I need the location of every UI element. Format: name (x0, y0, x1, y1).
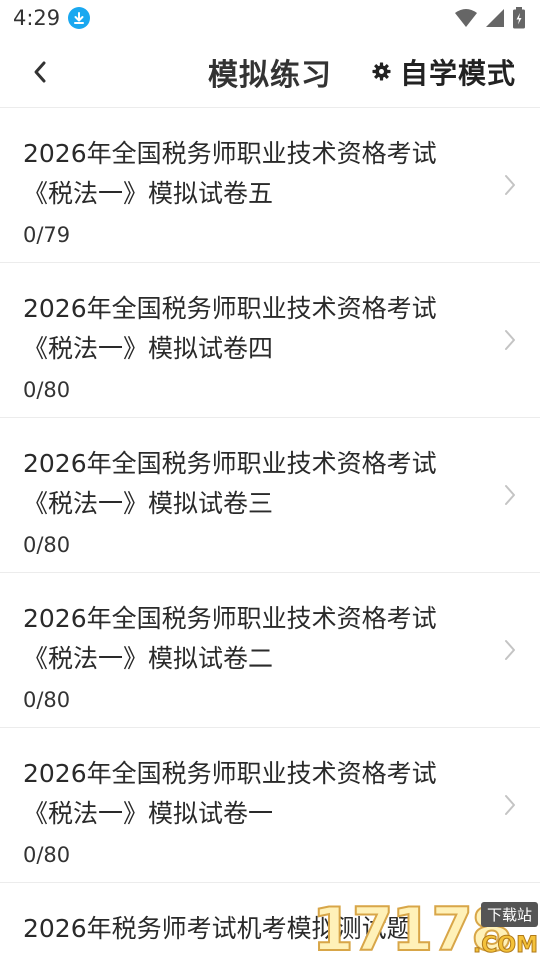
item-progress: 0/80 (23, 378, 71, 402)
watermark-tag: 下载站 (480, 902, 538, 927)
status-time: 4:29 (13, 6, 61, 30)
chevron-right-icon (505, 175, 515, 195)
mode-label: 自学模式 (399, 56, 516, 90)
gear-icon (372, 62, 391, 81)
battery-icon (513, 7, 525, 29)
status-right (454, 7, 526, 29)
item-title-line2: 《税法一》模拟试卷四 (23, 334, 274, 363)
item-title-line1: 2026年全国税务师职业技术资格考试 (23, 449, 437, 478)
item-progress: 0/79 (23, 223, 71, 247)
status-bar: 4:29 (0, 0, 540, 36)
chevron-right-icon (505, 795, 515, 815)
download-icon (68, 7, 91, 29)
exam-list: 2026年全国税务师职业技术资格考试 《税法一》模拟试卷五 0/79 2026年… (0, 108, 540, 943)
list-item[interactable]: 2026年全国税务师职业技术资格考试 《税法一》模拟试卷五 0/79 (0, 108, 540, 263)
chevron-right-icon (505, 330, 515, 350)
status-left: 4:29 (13, 6, 91, 30)
item-title-line1: 2026年全国税务师职业技术资格考试 (23, 759, 437, 788)
chevron-left-icon (34, 61, 46, 82)
item-title: 2026年全国税务师职业技术资格考试 《税法一》模拟试卷四 (23, 289, 480, 369)
item-title-line2: 《税法一》模拟试卷五 (23, 179, 274, 208)
item-title-line2: 《税法一》模拟试卷二 (23, 644, 274, 673)
chevron-right-icon (505, 485, 515, 505)
item-title: 2026年全国税务师职业技术资格考试 《税法一》模拟试卷三 (23, 444, 480, 524)
watermark-suffix: .COM (472, 933, 538, 959)
app-header: 模拟练习 自学模式 (0, 36, 540, 108)
back-button[interactable] (10, 42, 70, 102)
chevron-right-icon (505, 640, 515, 660)
item-title: 2026年全国税务师职业技术资格考试 《税法一》模拟试卷五 (23, 134, 480, 214)
item-title-line1: 2026年全国税务师职业技术资格考试 (23, 294, 437, 323)
cell-signal-icon (486, 9, 504, 27)
item-title: 2026年全国税务师职业技术资格考试 《税法一》模拟试卷二 (23, 599, 480, 679)
list-item[interactable]: 2026年全国税务师职业技术资格考试 《税法一》模拟试卷一 0/80 (0, 728, 540, 883)
item-progress: 0/80 (23, 688, 71, 712)
item-progress: 0/80 (23, 843, 71, 867)
item-title: 2026年全国税务师职业技术资格考试 《税法一》模拟试卷一 (23, 754, 480, 834)
list-item[interactable]: 2026年全国税务师职业技术资格考试 《税法一》模拟试卷二 0/80 (0, 573, 540, 728)
site-watermark: 17178 下载站 .COM (311, 899, 538, 960)
item-progress: 0/80 (23, 533, 71, 557)
item-title-line2: 《税法一》模拟试卷一 (23, 799, 274, 828)
list-item[interactable]: 2026年全国税务师职业技术资格考试 《税法一》模拟试卷四 0/80 (0, 263, 540, 418)
item-title-line2: 《税法一》模拟试卷三 (23, 489, 274, 518)
list-item[interactable]: 2026年全国税务师职业技术资格考试 《税法一》模拟试卷三 0/80 (0, 418, 540, 573)
self-study-mode-button[interactable]: 自学模式 (372, 47, 516, 97)
item-title-line1: 2026年全国税务师职业技术资格考试 (23, 604, 437, 633)
wifi-icon (455, 9, 477, 27)
item-title-line1: 2026年全国税务师职业技术资格考试 (23, 139, 437, 168)
